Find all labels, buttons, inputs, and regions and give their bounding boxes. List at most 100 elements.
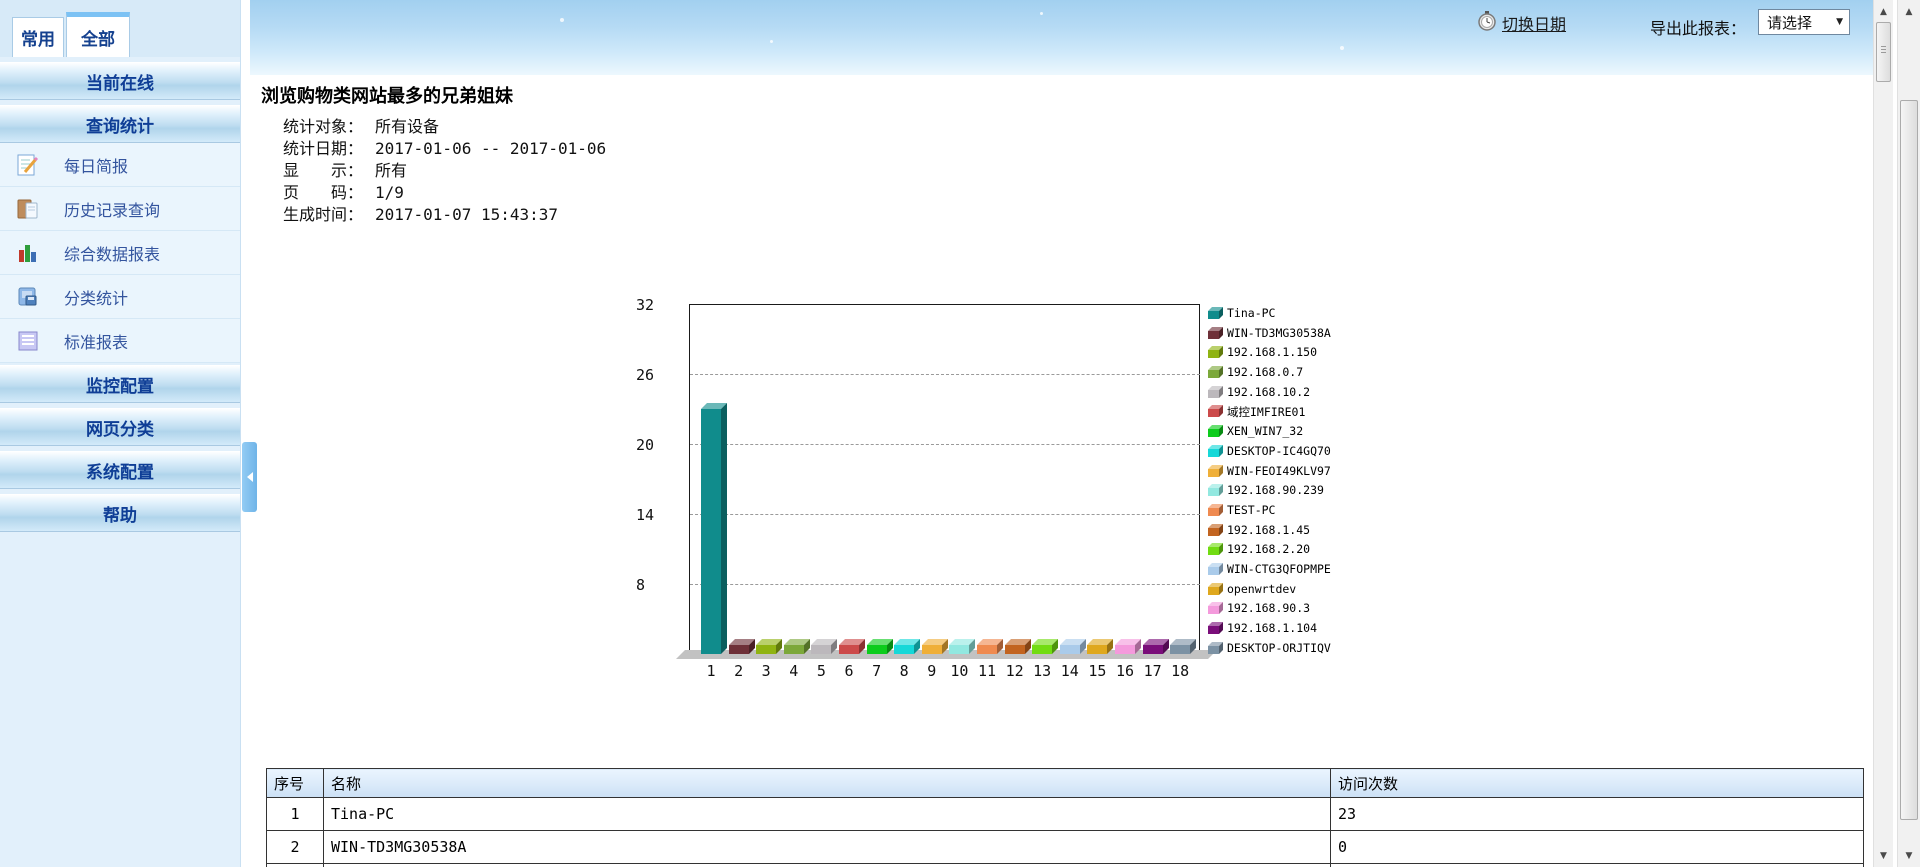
cell-name bbox=[324, 864, 1331, 867]
legend-swatch bbox=[1208, 587, 1219, 595]
sidebar-item-label: 标准报表 bbox=[64, 329, 128, 353]
bar-3d bbox=[721, 403, 727, 654]
legend-swatch bbox=[1219, 622, 1223, 634]
cell-index: 1 bbox=[267, 798, 324, 831]
legend-label: Tina-PC bbox=[1227, 306, 1275, 320]
legend-swatch bbox=[1219, 583, 1223, 595]
export-select[interactable]: 请选择 ▼ bbox=[1758, 9, 1850, 35]
scrollbar-thumb[interactable] bbox=[1900, 100, 1918, 820]
y-tick-label: 14 bbox=[636, 506, 676, 524]
top-banner bbox=[250, 0, 1873, 75]
legend-label: DESKTOP-ORJTIQV bbox=[1227, 641, 1331, 655]
sidebar-item-data-report[interactable]: 综合数据报表 bbox=[0, 231, 240, 275]
table-row: 2 WIN-TD3MG30538A 0 bbox=[267, 831, 1864, 864]
stat-page-number: 页 码：1/9 bbox=[283, 182, 606, 204]
sidebar-item-history-query[interactable]: 历史记录查询 bbox=[0, 187, 240, 231]
scrollbar-thumb[interactable] bbox=[1876, 22, 1891, 82]
tab-all[interactable]: 全部 bbox=[66, 12, 130, 57]
scroll-down-icon[interactable]: ▼ bbox=[1898, 846, 1920, 865]
sidebar-item-system-config[interactable]: 系统配置 bbox=[0, 451, 240, 489]
plot-area bbox=[689, 304, 1200, 654]
legend-label: 192.168.0.7 bbox=[1227, 365, 1303, 379]
bar-3d bbox=[839, 645, 859, 654]
sidebar-item-monitor-config[interactable]: 监控配置 bbox=[0, 365, 240, 403]
legend-label: 192.168.90.3 bbox=[1227, 601, 1310, 615]
sparkle-decoration bbox=[770, 40, 773, 43]
cell-index bbox=[267, 864, 324, 867]
gridline bbox=[690, 444, 1200, 445]
legend-label: WIN-CTG3QFOPMPE bbox=[1227, 562, 1331, 576]
sidebar-item-current-online[interactable]: 当前在线 bbox=[0, 62, 240, 100]
stopwatch-icon bbox=[1477, 10, 1497, 36]
bar-chart: 32 26 20 14 8 12345678910111213141516171… bbox=[640, 300, 1430, 700]
switch-date[interactable]: 切换日期 bbox=[1477, 10, 1566, 36]
sidebar-collapse-handle[interactable] bbox=[242, 442, 257, 512]
scroll-up-icon[interactable]: ▲ bbox=[1874, 2, 1893, 21]
bar-3d bbox=[977, 645, 997, 654]
scroll-up-icon[interactable]: ▲ bbox=[1898, 2, 1920, 21]
gridline bbox=[690, 374, 1200, 375]
app-window: 常用 全部 当前在线 查询统计 每日简报 历史记录查询 bbox=[0, 0, 1920, 867]
legend-swatch bbox=[1208, 488, 1219, 496]
legend-swatch bbox=[1219, 307, 1223, 319]
bar-3d bbox=[784, 645, 804, 654]
bar-3d bbox=[1115, 645, 1135, 654]
x-tick-label: 14 bbox=[1057, 662, 1083, 680]
stat-display: 显 示：所有 bbox=[283, 160, 606, 182]
legend-swatch bbox=[1219, 543, 1223, 555]
switch-date-link[interactable]: 切换日期 bbox=[1502, 11, 1566, 35]
sidebar-item-category-stats[interactable]: 分类统计 bbox=[0, 275, 240, 319]
x-tick-label: 2 bbox=[726, 662, 752, 680]
bar-3d bbox=[756, 645, 776, 654]
y-tick-label: 26 bbox=[636, 366, 676, 384]
bar-3d bbox=[1143, 645, 1163, 654]
sparkle-decoration bbox=[1340, 46, 1344, 50]
gridline bbox=[690, 514, 1200, 515]
data-report-icon bbox=[15, 240, 41, 266]
legend-label: 192.168.1.45 bbox=[1227, 523, 1310, 537]
legend-swatch bbox=[1208, 547, 1219, 555]
table-row: 1 Tina-PC 23 bbox=[267, 798, 1864, 831]
sidebar-item-help[interactable]: 帮助 bbox=[0, 494, 240, 532]
window-scrollbar[interactable]: ▲ ▼ bbox=[1897, 0, 1920, 867]
legend-label: 192.168.2.20 bbox=[1227, 542, 1310, 556]
x-tick-label: 8 bbox=[891, 662, 917, 680]
content-scrollbar[interactable]: ▲ ▼ bbox=[1873, 0, 1893, 867]
legend-label: openwrtdev bbox=[1227, 582, 1296, 596]
legend-swatch bbox=[1219, 405, 1223, 417]
sparkle-decoration bbox=[560, 18, 564, 22]
legend-label: 192.168.10.2 bbox=[1227, 385, 1310, 399]
legend-swatch bbox=[1219, 386, 1223, 398]
bar-3d bbox=[1060, 645, 1080, 654]
x-tick-label: 11 bbox=[974, 662, 1000, 680]
legend-label: WIN-FEOI49KLV97 bbox=[1227, 464, 1331, 478]
report-table: 序号 名称 访问次数 1 Tina-PC 23 2 WIN-TD3MG30538… bbox=[266, 768, 1864, 867]
bar-3d bbox=[1032, 645, 1052, 654]
sidebar-item-query-stats[interactable]: 查询统计 bbox=[0, 105, 240, 143]
stat-target: 统计对象：所有设备 bbox=[283, 116, 606, 138]
tab-common[interactable]: 常用 bbox=[12, 17, 64, 57]
legend-label: WIN-TD3MG30538A bbox=[1227, 326, 1331, 340]
legend-swatch bbox=[1208, 626, 1219, 634]
scroll-down-icon[interactable]: ▼ bbox=[1874, 846, 1893, 865]
y-tick-label: 20 bbox=[636, 436, 676, 454]
sidebar-item-standard-report[interactable]: 标准报表 bbox=[0, 319, 240, 363]
x-tick-label: 15 bbox=[1084, 662, 1110, 680]
bar-3d bbox=[701, 409, 721, 654]
stat-generated-time: 生成时间：2017-01-07 15:43:37 bbox=[283, 204, 606, 226]
sidebar-item-daily-report[interactable]: 每日简报 bbox=[0, 143, 240, 187]
category-stats-icon bbox=[15, 284, 41, 310]
history-query-icon bbox=[15, 196, 41, 222]
legend-swatch bbox=[1208, 449, 1219, 457]
stat-date-range: 统计日期：2017-01-06 -- 2017-01-06 bbox=[283, 138, 606, 160]
bar-3d bbox=[894, 645, 914, 654]
sidebar-tabbar: 常用 全部 bbox=[0, 0, 240, 57]
bar-3d bbox=[1005, 645, 1025, 654]
x-tick-label: 16 bbox=[1112, 662, 1138, 680]
legend-label: 192.168.1.104 bbox=[1227, 621, 1317, 635]
legend-swatch bbox=[1219, 445, 1223, 457]
legend-swatch bbox=[1208, 567, 1219, 575]
sidebar-item-web-category[interactable]: 网页分类 bbox=[0, 408, 240, 446]
standard-report-icon bbox=[15, 328, 41, 354]
sidebar: 常用 全部 当前在线 查询统计 每日简报 历史记录查询 bbox=[0, 0, 241, 867]
